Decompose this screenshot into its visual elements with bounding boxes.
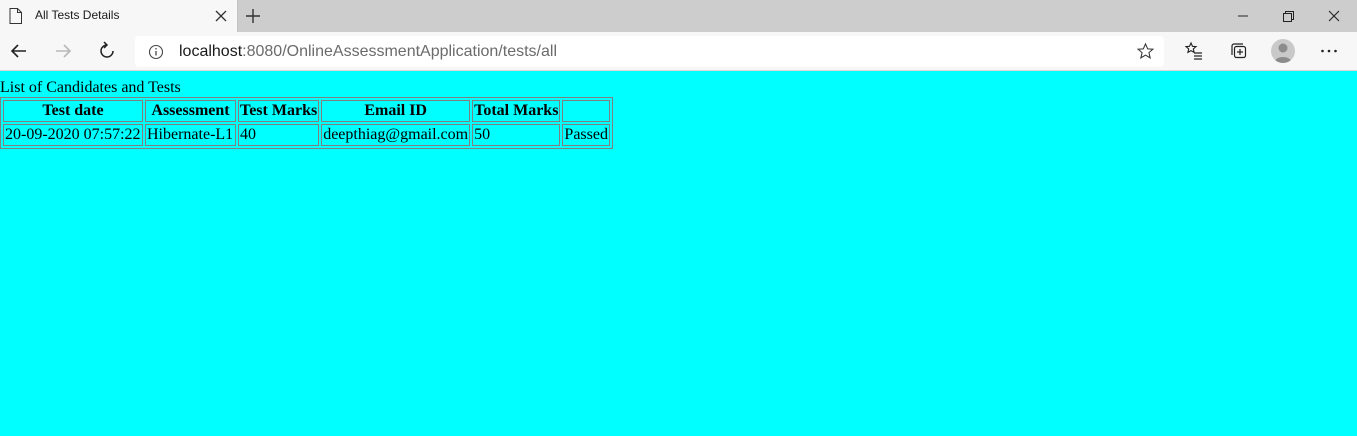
column-header: Email ID — [321, 100, 471, 122]
tab-strip: All Tests Details — [0, 0, 1357, 32]
assessment-cell: Hibernate-L1 — [145, 124, 236, 146]
column-header: Test date — [3, 100, 143, 122]
browser-toolbar: localhost:8080/OnlineAssessmentApplicati… — [0, 32, 1357, 71]
arrow-left-icon[interactable] — [8, 40, 30, 62]
minimize-icon[interactable] — [1233, 6, 1253, 26]
info-icon[interactable] — [148, 44, 164, 60]
table-row: 20-09-2020 07:57:22 Hibernate-L1 40 deep… — [3, 124, 610, 146]
avatar-icon — [1274, 43, 1292, 63]
url-text[interactable]: localhost:8080/OnlineAssessmentApplicati… — [179, 43, 557, 61]
ellipsis-icon[interactable] — [1318, 40, 1340, 62]
table-header-row: Test date Assessment Test Marks Email ID… — [3, 100, 610, 122]
address-bar[interactable]: localhost:8080/OnlineAssessmentApplicati… — [135, 36, 1164, 67]
page-icon — [9, 8, 22, 24]
test-marks-cell: 40 — [238, 124, 320, 146]
restore-icon[interactable] — [1278, 6, 1298, 26]
plus-icon[interactable] — [244, 7, 262, 25]
test-date-cell: 20-09-2020 07:57:22 — [3, 124, 143, 146]
page-title: List of Candidates and Tests — [0, 79, 181, 96]
column-header: Total Marks — [472, 100, 561, 122]
email-cell: deepthiag@gmail.com — [321, 124, 471, 146]
column-header: Test Marks — [238, 100, 320, 122]
refresh-icon[interactable] — [96, 40, 118, 62]
window-close-icon[interactable] — [1324, 6, 1344, 26]
result-cell: Passed — [562, 124, 610, 146]
browser-tab[interactable]: All Tests Details — [0, 0, 238, 32]
tab-title: All Tests Details — [35, 8, 120, 22]
url-path: :8080/OnlineAssessmentApplication/tests/… — [242, 43, 557, 60]
column-header: Assessment — [145, 100, 236, 122]
total-marks-cell: 50 — [472, 124, 561, 146]
page-content: List of Candidates and Tests Test date A… — [0, 71, 1357, 436]
avatar[interactable] — [1271, 39, 1295, 63]
column-header — [562, 100, 610, 122]
favorites-icon[interactable] — [1183, 40, 1205, 62]
collections-icon[interactable] — [1228, 40, 1250, 62]
url-host: localhost — [179, 43, 243, 60]
star-icon[interactable] — [1136, 42, 1155, 61]
close-icon[interactable] — [214, 9, 228, 23]
arrow-right-icon[interactable] — [52, 40, 74, 62]
tests-table: Test date Assessment Test Marks Email ID… — [0, 97, 613, 149]
